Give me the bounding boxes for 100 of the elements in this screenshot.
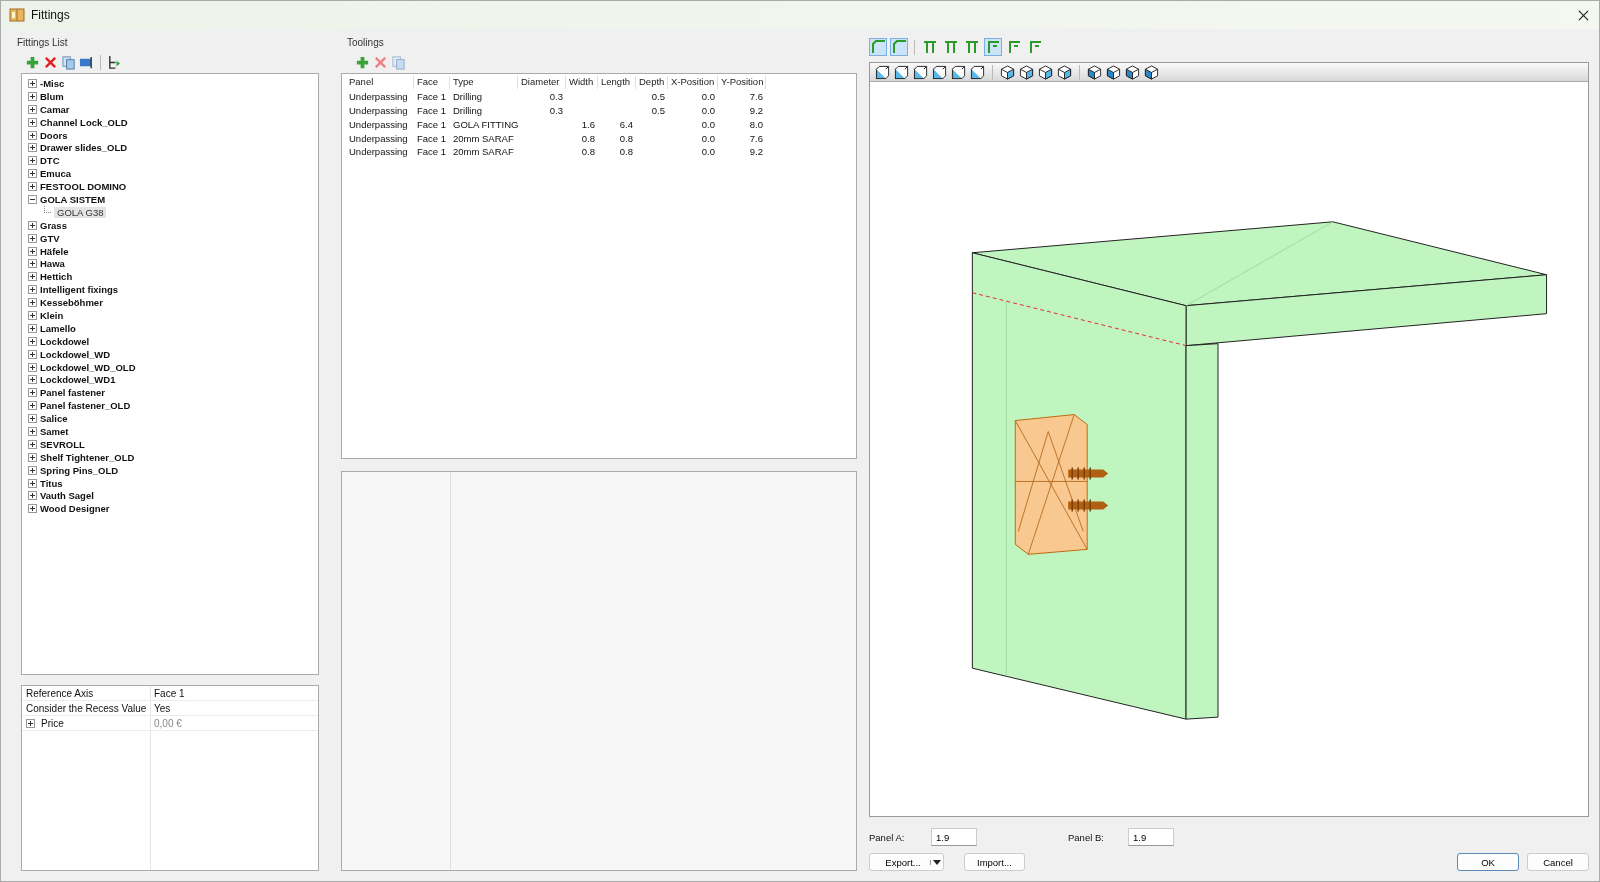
tree-item[interactable]: Doors	[40, 129, 68, 141]
tree-item[interactable]: Titus	[40, 477, 63, 489]
expand-toggle[interactable]	[28, 298, 37, 308]
cancel-button[interactable]: Cancel	[1527, 853, 1589, 871]
cube-view-icon[interactable]	[932, 64, 947, 80]
cube-view-icon[interactable]	[970, 64, 985, 80]
expand-toggle[interactable]	[28, 401, 37, 411]
joint-type-button[interactable]	[921, 38, 939, 56]
tree-icon[interactable]	[107, 55, 122, 70]
expand-toggle[interactable]	[28, 349, 37, 359]
column-header[interactable]: Y-Position	[718, 76, 766, 90]
tree-item[interactable]: Panel fastener_OLD	[40, 400, 131, 412]
iso-cube-icon[interactable]	[1057, 64, 1072, 80]
iso-cube-icon[interactable]	[1125, 64, 1140, 80]
cube-view-icon[interactable]	[951, 64, 966, 80]
tree-item[interactable]: Shelf Tightener_OLD	[40, 451, 135, 463]
expand-toggle[interactable]	[28, 78, 37, 88]
close-icon[interactable]	[1578, 9, 1589, 21]
export-button[interactable]: Export...	[869, 853, 944, 871]
tree-item[interactable]: Häfele	[40, 245, 69, 257]
expand-toggle[interactable]	[28, 427, 37, 436]
expand-toggle[interactable]	[28, 91, 37, 101]
column-header[interactable]: Type	[450, 76, 518, 90]
expand-toggle[interactable]	[28, 259, 37, 269]
tree-item[interactable]: Salice	[40, 413, 68, 425]
expand-toggle[interactable]	[28, 156, 37, 166]
column-header[interactable]: Face	[414, 76, 450, 90]
expand-toggle[interactable]	[28, 388, 37, 398]
expand-icon[interactable]	[26, 718, 35, 728]
tree-item[interactable]: Wood Designer	[40, 503, 110, 515]
joint-type-button[interactable]	[984, 38, 1002, 56]
tree-item[interactable]: Kesseböhmer	[40, 297, 103, 309]
tree-item[interactable]: Klein	[40, 309, 64, 321]
dropdown-arrow-icon[interactable]	[930, 859, 941, 865]
corner-joint-button[interactable]	[869, 38, 887, 56]
tree-item[interactable]: Emuca	[40, 168, 72, 180]
expand-toggle[interactable]	[28, 465, 37, 475]
expand-toggle[interactable]	[28, 194, 37, 204]
expand-toggle[interactable]	[28, 439, 37, 449]
expand-toggle[interactable]	[28, 272, 37, 282]
tree-item[interactable]: Grass	[40, 219, 67, 231]
tree-item[interactable]: GOLA SISTEM	[40, 193, 106, 205]
expand-toggle[interactable]	[28, 130, 37, 140]
iso-cube-icon[interactable]	[1038, 64, 1053, 80]
tree-item[interactable]: Lockdowel_WD1	[40, 374, 116, 386]
iso-cube-icon[interactable]	[1087, 64, 1102, 80]
expand-toggle[interactable]	[28, 375, 37, 385]
expand-toggle[interactable]	[28, 336, 37, 346]
tree-item[interactable]: SEVROLL	[40, 438, 85, 450]
tree-item[interactable]: Spring Pins_OLD	[40, 464, 119, 476]
expand-toggle[interactable]	[28, 414, 37, 424]
tree-item[interactable]: Lockdowel_WD	[40, 348, 111, 360]
tree-item[interactable]: GTV	[40, 232, 60, 244]
delete-icon[interactable]	[43, 55, 58, 70]
tree-item[interactable]: Vauth Sagel	[40, 490, 94, 502]
add-icon[interactable]	[355, 55, 370, 70]
add-icon[interactable]	[25, 55, 40, 70]
tree-item[interactable]: Camar	[40, 103, 70, 115]
iso-cube-icon[interactable]	[1106, 64, 1121, 80]
tree-item[interactable]: Hettich	[40, 271, 73, 283]
expand-toggle[interactable]	[28, 117, 37, 127]
column-header[interactable]: Diameter	[518, 76, 566, 90]
expand-toggle[interactable]	[28, 182, 37, 192]
column-header[interactable]: Panel	[346, 76, 414, 90]
tree-item[interactable]: Panel fastener	[40, 387, 105, 399]
tree-item[interactable]: Intelligent fixings	[40, 284, 119, 296]
expand-toggle[interactable]	[28, 310, 37, 320]
expand-toggle[interactable]	[28, 452, 37, 462]
iso-cube-icon[interactable]	[1000, 64, 1015, 80]
panel-a-input[interactable]: 1.9	[931, 828, 977, 846]
tree-item[interactable]: Lockdowel_WD_OLD	[40, 361, 136, 373]
tree-item[interactable]: Lamello	[40, 322, 76, 334]
panel-b-input[interactable]: 1.9	[1128, 828, 1174, 846]
cube-view-icon[interactable]	[894, 64, 909, 80]
tree-item[interactable]: Channel Lock_OLD	[40, 116, 128, 128]
tree-item[interactable]: Samet	[40, 426, 69, 437]
expand-toggle[interactable]	[28, 246, 37, 256]
tree-item[interactable]: Blum	[40, 90, 64, 102]
column-header[interactable]: Depth	[636, 76, 668, 90]
expand-toggle[interactable]	[28, 478, 37, 488]
expand-toggle[interactable]	[28, 491, 37, 501]
column-header[interactable]: X-Position	[668, 76, 718, 90]
expand-toggle[interactable]	[28, 323, 37, 333]
expand-toggle[interactable]	[28, 504, 37, 514]
tree-item[interactable]: Lockdowel	[40, 335, 90, 347]
import-button[interactable]: Import...	[964, 853, 1025, 871]
expand-toggle[interactable]	[28, 143, 37, 153]
tree-item[interactable]: DTC	[40, 155, 60, 167]
tree-item[interactable]: Hawa	[40, 258, 65, 270]
expand-toggle[interactable]	[28, 220, 37, 230]
joint-type-button[interactable]	[942, 38, 960, 56]
rename-icon[interactable]	[79, 55, 94, 70]
cube-view-icon[interactable]	[913, 64, 928, 80]
ok-button[interactable]: OK	[1457, 853, 1519, 871]
column-header[interactable]: Width	[566, 76, 598, 90]
iso-cube-icon[interactable]	[1019, 64, 1034, 80]
tree-item[interactable]: -Misc	[40, 77, 65, 89]
tree-item[interactable]: Drawer slides_OLD	[40, 142, 128, 154]
iso-cube-icon[interactable]	[1144, 64, 1159, 80]
expand-toggle[interactable]	[28, 362, 37, 372]
